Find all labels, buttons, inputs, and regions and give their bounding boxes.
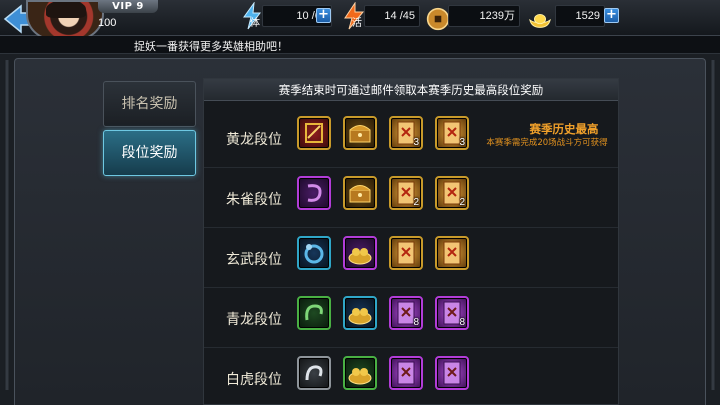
tab-ranking-rewards[interactable]: 排名奖励 bbox=[103, 81, 196, 127]
purple-scroll-icon[interactable] bbox=[389, 356, 423, 390]
yellow-dragon-emblem-icon[interactable] bbox=[297, 116, 331, 150]
tier-rewards-list[interactable]: 赛季结束时可通过邮件领取本赛季历史最高段位奖励 黄龙段位 3 3 赛季历史最高 … bbox=[203, 78, 619, 405]
right-frame-bar bbox=[710, 60, 716, 390]
coins-value: 1239万 bbox=[448, 5, 520, 27]
left-frame-bar bbox=[4, 60, 10, 390]
gold-scroll-icon[interactable]: 2 bbox=[389, 176, 423, 210]
gold-pile-icon[interactable] bbox=[343, 356, 377, 390]
treasure-chest-icon[interactable] bbox=[343, 116, 377, 150]
tier-row-azure-dragon: 青龙段位 8 8 bbox=[204, 288, 618, 348]
vermilion-bird-emblem-icon[interactable] bbox=[297, 176, 331, 210]
tab-tier-rewards[interactable]: 段位奖励 bbox=[103, 130, 196, 176]
treasure-chest-icon[interactable] bbox=[343, 176, 377, 210]
purple-scroll-icon[interactable]: 8 bbox=[435, 296, 469, 330]
gold-scroll-icon[interactable] bbox=[435, 236, 469, 270]
announcement-text: 捉妖一番获得更多英雄相助吧！ bbox=[134, 40, 288, 53]
vitality-value: 14 /45 bbox=[364, 5, 420, 27]
tier-row-black-tortoise: 玄武段位 bbox=[204, 228, 618, 288]
vip-badge[interactable]: VIP 9 bbox=[98, 0, 158, 13]
white-tiger-emblem-icon[interactable] bbox=[297, 356, 331, 390]
gold-scroll-icon[interactable]: 2 bbox=[435, 176, 469, 210]
add-stamina-button[interactable]: + bbox=[316, 8, 331, 23]
lightning-icon: 体 bbox=[243, 2, 261, 30]
reward-count: 8 bbox=[459, 317, 465, 328]
purple-scroll-icon[interactable]: 8 bbox=[389, 296, 423, 330]
tier-label: 玄武段位 bbox=[226, 252, 282, 268]
azure-dragon-emblem-icon[interactable] bbox=[297, 296, 331, 330]
hero-avatar[interactable] bbox=[26, 0, 104, 40]
vitality-label: 活 bbox=[352, 17, 362, 29]
season-requirement-note: 本赛季需完成20场战斗方可获得 bbox=[486, 138, 608, 148]
gold-value: 1529 bbox=[555, 5, 605, 27]
reward-count: 8 bbox=[413, 317, 419, 328]
tier-row-white-tiger: 白虎段位 bbox=[204, 348, 618, 404]
rewards-info-header: 赛季结束时可通过邮件领取本赛季历史最高段位奖励 bbox=[204, 79, 618, 101]
player-level: 100 bbox=[98, 17, 117, 29]
reward-count: 2 bbox=[413, 197, 419, 208]
tier-label: 黄龙段位 bbox=[226, 132, 282, 148]
announcement-marquee: 捉妖一番获得更多英雄相助吧！ bbox=[0, 36, 720, 54]
top-status-bar: VIP 9 100 体 10 /60 + 活 14 /45 1239万 1529… bbox=[0, 0, 720, 40]
gold-pile-icon[interactable] bbox=[343, 296, 377, 330]
purple-scroll-icon[interactable] bbox=[435, 356, 469, 390]
gold-scroll-icon[interactable] bbox=[389, 236, 423, 270]
add-gold-button[interactable]: + bbox=[604, 8, 619, 23]
gold-scroll-icon[interactable]: 3 bbox=[389, 116, 423, 150]
tier-row-vermilion-bird: 朱雀段位 2 2 bbox=[204, 168, 618, 228]
reward-count: 3 bbox=[459, 137, 465, 148]
season-best-note: 赛季历史最高 bbox=[529, 122, 599, 136]
gold-scroll-icon[interactable]: 3 bbox=[435, 116, 469, 150]
gold-pile-icon[interactable] bbox=[343, 236, 377, 270]
reward-count: 2 bbox=[459, 197, 465, 208]
coin-icon bbox=[426, 7, 450, 31]
gold-ingot-icon bbox=[529, 14, 551, 28]
reward-count: 3 bbox=[413, 137, 419, 148]
black-tortoise-emblem-icon[interactable] bbox=[297, 236, 331, 270]
stamina-label: 体 bbox=[250, 17, 260, 29]
tier-label: 青龙段位 bbox=[226, 312, 282, 328]
fire-icon: 活 bbox=[344, 2, 365, 30]
tier-label: 朱雀段位 bbox=[226, 192, 282, 208]
tier-label: 白虎段位 bbox=[226, 372, 282, 388]
